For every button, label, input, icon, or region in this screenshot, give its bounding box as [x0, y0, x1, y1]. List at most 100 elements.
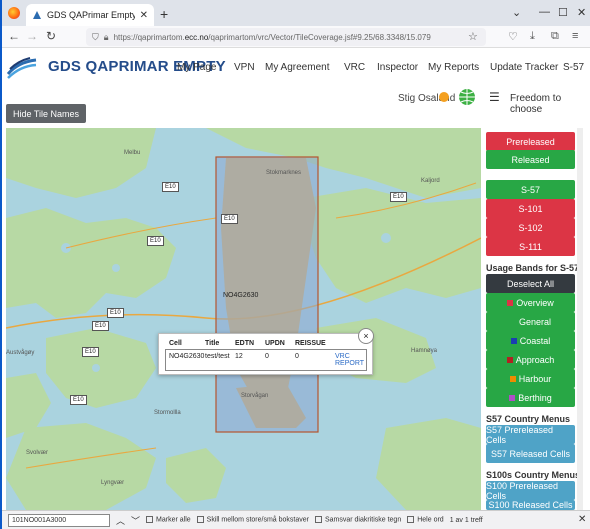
new-tab-icon[interactable]: + [160, 6, 168, 22]
map-canvas [6, 128, 481, 510]
download-icon[interactable]: ⤓ [530, 30, 535, 43]
menu-my-reports[interactable]: My Reports [428, 62, 479, 73]
window-border [0, 0, 2, 529]
find-next-icon[interactable]: ﹀ [131, 514, 140, 527]
tab-close-icon[interactable]: ✕ [140, 10, 148, 21]
url-bar[interactable]: ⛉ 🔒︎ https://qaprimartom.ecc.no/qaprimar… [86, 28, 486, 46]
band-general-button[interactable]: General [486, 312, 575, 331]
menu-icon[interactable]: ≡ [572, 30, 578, 42]
approach-swatch-icon [506, 356, 513, 363]
place-label: Melbu [124, 150, 141, 156]
menu-my-page[interactable]: My Page [177, 62, 216, 73]
firefox-icon[interactable] [8, 7, 20, 19]
overview-swatch-icon [507, 299, 514, 306]
s57-button[interactable]: S-57 [486, 180, 575, 199]
vrc-report-link[interactable]: VRC REPORT [335, 353, 364, 367]
menu-my-agreement[interactable]: My Agreement [265, 62, 329, 73]
prereleased-button[interactable]: Prereleased [486, 132, 575, 151]
reissue-value: 0 [295, 353, 299, 360]
place-label: Stormollla [154, 410, 181, 416]
case-sensitive-checkbox[interactable]: Skill mellom store/små bokstaver [196, 516, 309, 524]
user-status-icon [439, 92, 449, 102]
find-input[interactable]: 101NO001A3000 [8, 513, 110, 527]
place-label: Austvågøy [6, 350, 35, 356]
match-all-checkbox[interactable]: Marker alle [146, 516, 191, 524]
map-view[interactable]: Melbu Stokmarknes Svolvær Austvågøy Stor… [6, 128, 481, 510]
popup-close-button[interactable]: × [358, 328, 374, 344]
pocket-icon[interactable]: ♡ [508, 30, 518, 43]
band-coastal-button[interactable]: Coastal [486, 331, 575, 350]
general-swatch-icon [509, 318, 516, 325]
extensions-icon[interactable]: ⧉ [551, 30, 559, 43]
page-scrollbar[interactable] [577, 128, 583, 510]
place-label: Svolvær [26, 450, 49, 456]
band-approach-button[interactable]: Approach [486, 350, 575, 369]
header-reissue: REISSUE [295, 340, 326, 347]
menu-inspector[interactable]: Inspector [377, 62, 418, 73]
title-value: test/test [205, 353, 230, 360]
menu-vpn[interactable]: VPN [234, 62, 255, 73]
globe-icon[interactable] [458, 88, 476, 106]
table-row: NO4G2630 test/test 12 0 0 VRC REPORT [169, 353, 364, 367]
tab-title: GDS QAPrimar Empty - Vector [47, 10, 135, 20]
band-harbour-button[interactable]: Harbour [486, 369, 575, 388]
header-title: Title [205, 340, 220, 347]
berthing-swatch-icon [509, 394, 516, 401]
place-label: Hamnøya [411, 348, 438, 354]
lock-icon: 🔒︎ [103, 31, 109, 42]
band-berthing-button[interactable]: Berthing [486, 388, 575, 407]
tab-list-icon[interactable]: ⌄ [512, 6, 521, 19]
s101-button[interactable]: S-101 [486, 199, 575, 218]
menu-update-tracker[interactable]: Update Tracker [490, 62, 558, 73]
hide-tile-names-button[interactable]: Hide Tile Names [6, 104, 86, 123]
find-prev-icon[interactable]: ︿ [116, 514, 125, 527]
route-marker: E10 [107, 308, 124, 318]
close-window-icon[interactable]: ✕ [577, 6, 586, 19]
s100-released-cells-button[interactable]: S100 Released Cells [486, 500, 575, 510]
diacritics-checkbox[interactable]: Samsvar diakritiske tegn [314, 516, 401, 524]
menu-s57[interactable]: S-57 [563, 62, 584, 73]
hamburger-icon[interactable]: ☰ [489, 90, 500, 104]
whole-words-checkbox[interactable]: Hele ord [407, 516, 444, 524]
s57-country-heading: S57 Country Menus [486, 414, 571, 424]
route-marker: E10 [221, 214, 238, 224]
find-bar: 101NO001A3000 ︿ ﹀ Marker alle Skill mell… [0, 510, 590, 529]
back-icon[interactable]: ← [8, 29, 20, 43]
band-overview-button[interactable]: Overview [486, 293, 575, 312]
place-label: Storvågan [241, 393, 269, 399]
cell-value: NO4G2630 [169, 353, 205, 360]
edtn-value: 12 [235, 353, 243, 360]
s57-released-cells-button[interactable]: S57 Released Cells [486, 444, 575, 463]
menu-vrc[interactable]: VRC [344, 62, 365, 73]
place-label: Stokmarknes [266, 170, 302, 176]
reload-icon[interactable]: ↻ [46, 29, 56, 43]
s102-button[interactable]: S-102 [486, 218, 575, 237]
s57-prereleased-cells-button[interactable]: S57 Prereleased Cells [486, 425, 575, 445]
released-button[interactable]: Released [486, 150, 575, 169]
close-find-icon[interactable]: ✕ [578, 514, 586, 525]
harbour-swatch-icon [509, 375, 516, 382]
header-updn: UPDN [265, 340, 285, 347]
deselect-all-button[interactable]: Deselect All [486, 274, 575, 293]
route-marker: E10 [162, 182, 179, 192]
shield-icon: ⛉ [92, 31, 99, 42]
s100-prereleased-cells-button[interactable]: S100 Prereleased Cells [486, 481, 575, 501]
route-marker: E10 [92, 321, 109, 331]
s111-button[interactable]: S-111 [486, 237, 575, 256]
popup-header-row: Cell Title EDTN UPDN REISSUE [169, 340, 335, 347]
freedom-label: Freedom to choose [510, 93, 562, 115]
route-marker: E10 [147, 236, 164, 246]
browser-tab[interactable]: GDS QAPrimar Empty - Vector ✕ [26, 4, 154, 26]
side-panel: Prereleased Released S-57 S-101 S-102 S-… [484, 128, 590, 510]
route-marker: E10 [82, 347, 99, 357]
tab-bar: GDS QAPrimar Empty - Vector ✕ + ⌄ — ☐ ✕ [0, 0, 590, 26]
maximize-icon[interactable]: ☐ [558, 6, 568, 19]
route-marker: E10 [390, 192, 407, 202]
logo-icon [6, 57, 37, 79]
minimize-icon[interactable]: — [539, 6, 550, 18]
forward-icon[interactable]: → [26, 29, 38, 43]
usage-bands-heading: Usage Bands for S-57 [486, 263, 580, 273]
match-count: 1 av 1 treff [449, 516, 483, 524]
nav-bar: ← → ↻ ⛉ 🔒︎ https://qaprimartom.ecc.no/qa… [0, 26, 590, 48]
bookmark-star-icon[interactable]: ☆ [468, 30, 478, 43]
